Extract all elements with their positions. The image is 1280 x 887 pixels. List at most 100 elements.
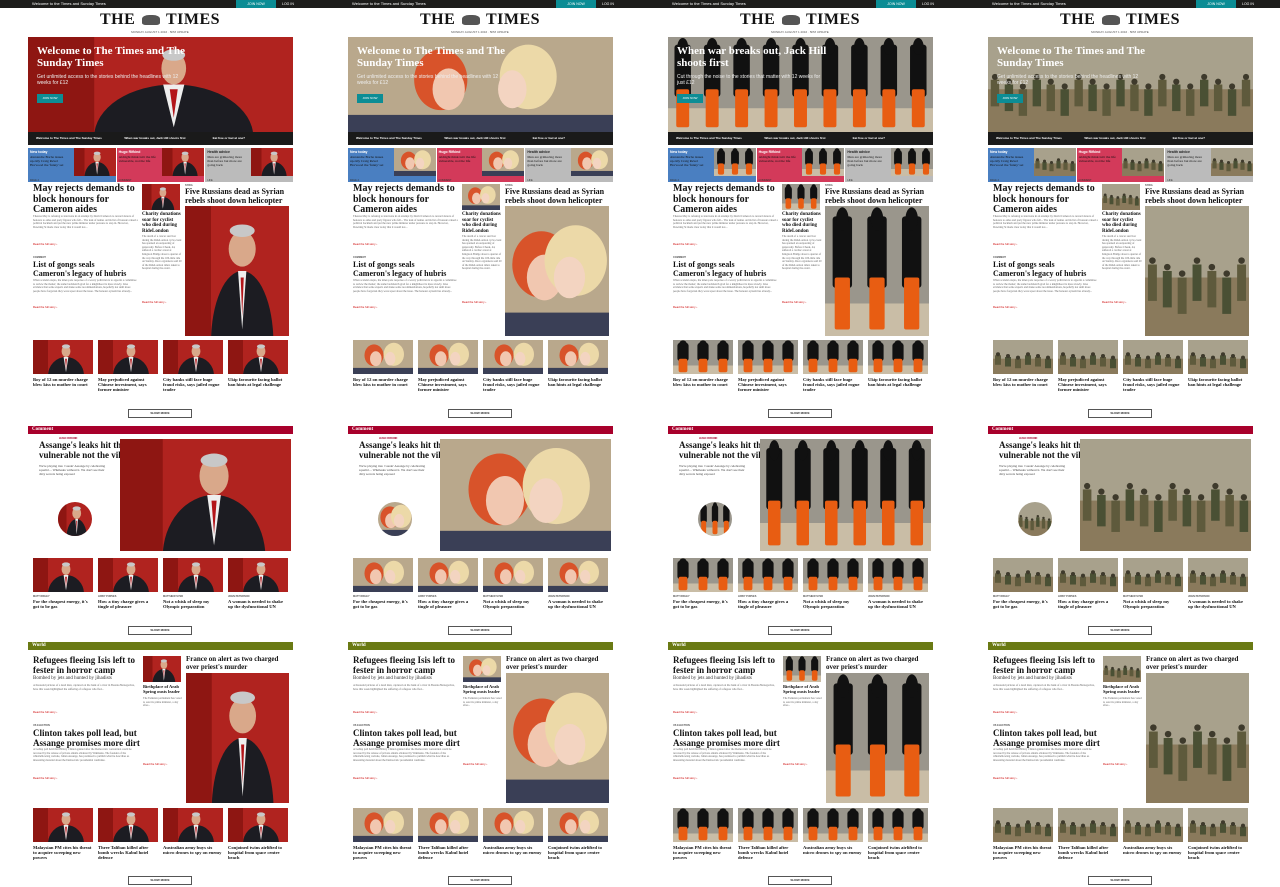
read-more-link[interactable]: Read the full story › bbox=[993, 776, 1017, 780]
promo-block[interactable]: New today Alexandre Borbe issues up-tidy… bbox=[28, 148, 116, 182]
masthead-logo[interactable]: THE TIMES bbox=[320, 11, 640, 29]
comment-row-headline[interactable]: How a tiny charge gives a tingle of plea… bbox=[418, 599, 478, 609]
masthead-logo[interactable]: THE TIMES bbox=[640, 11, 960, 29]
news-row-headline[interactable]: May prejudiced against Chinese investmen… bbox=[98, 377, 158, 392]
promo-block[interactable]: Health advice Men are grimacing more tha… bbox=[845, 148, 934, 182]
world-row-headline[interactable]: Three Taliban killed after bomb wrecks K… bbox=[1058, 845, 1118, 860]
read-more-link[interactable]: Read the full story › bbox=[1102, 300, 1126, 304]
comment-row-headline[interactable]: How a tiny charge gives a tingle of plea… bbox=[1058, 599, 1118, 609]
join-now-button[interactable]: JOIN NOW bbox=[236, 0, 276, 8]
world-row-headline[interactable]: Three Taliban killed after bomb wrecks K… bbox=[418, 845, 478, 860]
comment-row-headline[interactable]: For the cheapest energy, it's got to be … bbox=[33, 599, 93, 609]
mid-headline[interactable]: Charity donations soar for cyclist who d… bbox=[1102, 212, 1142, 234]
read-more-link[interactable]: Read the full story › bbox=[673, 776, 697, 780]
show-more-button[interactable]: SHOW MORE bbox=[448, 409, 512, 418]
read-more-link[interactable]: Read the full story › bbox=[673, 242, 697, 246]
join-now-button[interactable]: JOIN NOW bbox=[1196, 0, 1236, 8]
hero-banner[interactable]: Welcome to The Times and The Sunday Time… bbox=[28, 37, 293, 145]
read-more-link[interactable]: Read the full story › bbox=[993, 305, 1017, 309]
lead-headline[interactable]: May rejects demands to block honours for… bbox=[993, 183, 1098, 216]
news-row-headline[interactable]: City banks still face huge fraud risks, … bbox=[1123, 377, 1183, 392]
right-headline[interactable]: Five Russians dead as Syrian rebels shoo… bbox=[1145, 187, 1251, 205]
comment-section-bar[interactable]: Comment bbox=[28, 426, 293, 434]
world-row-headline[interactable]: Malaysian PM cites his threat to acquire… bbox=[33, 845, 93, 860]
comment-row-headline[interactable]: A woman is needed to shake up the dysfun… bbox=[1188, 599, 1248, 609]
hero-join-button[interactable]: JOIN NOW bbox=[677, 94, 703, 103]
mid-headline[interactable]: Charity donations soar for cyclist who d… bbox=[462, 212, 502, 234]
world-right-headline[interactable]: France on alert as two charged over prie… bbox=[1146, 655, 1251, 671]
mid-headline[interactable]: Charity donations soar for cyclist who d… bbox=[782, 212, 822, 234]
read-more-link[interactable]: Read the full story › bbox=[33, 242, 57, 246]
promo-block[interactable]: Health advice Men are grimacing more tha… bbox=[1165, 148, 1254, 182]
read-more-link[interactable]: Read the full story › bbox=[353, 776, 377, 780]
news-row-headline[interactable]: Ukip favourite facing ballot ban hints a… bbox=[228, 377, 288, 387]
join-now-button[interactable]: JOIN NOW bbox=[876, 0, 916, 8]
news-row-headline[interactable]: Boy of 12 on murder charge blew kiss to … bbox=[353, 377, 413, 387]
world-headline[interactable]: Refugees fleeing Isis left to fester in … bbox=[673, 655, 783, 675]
login-link[interactable]: LOG IN bbox=[922, 0, 934, 8]
comment-section-bar[interactable]: Comment bbox=[988, 426, 1253, 434]
world-mid-headline[interactable]: Birthplace of Arab Spring ousts leader bbox=[783, 684, 823, 694]
show-more-button[interactable]: SHOW MORE bbox=[1088, 876, 1152, 885]
read-more-link[interactable]: Read the full story › bbox=[673, 710, 697, 714]
read-more-link[interactable]: Read the full story › bbox=[33, 305, 57, 309]
comment-section-bar[interactable]: Comment bbox=[348, 426, 613, 434]
read-more-link[interactable]: Read the full story › bbox=[143, 762, 167, 766]
promo-block[interactable]: Hugo Rifkind Aldrighi think isn't the li… bbox=[116, 148, 205, 182]
comment-row-headline[interactable]: A woman is needed to shake up the dysfun… bbox=[228, 599, 288, 609]
hero-tab[interactable]: Welcome to The Times and The Sunday Time… bbox=[348, 132, 436, 145]
read-more-link[interactable]: Read the full story › bbox=[1103, 762, 1127, 766]
world-row-headline[interactable]: Australian army buys six micro drones to… bbox=[803, 845, 863, 855]
show-more-button[interactable]: SHOW MORE bbox=[128, 409, 192, 418]
read-more-link[interactable]: Read the full story › bbox=[993, 710, 1017, 714]
lead-headline[interactable]: May rejects demands to block honours for… bbox=[353, 183, 458, 216]
world-row-headline[interactable]: Malaysian PM cites his threat to acquire… bbox=[673, 845, 733, 860]
second-headline[interactable]: List of gongs seals Cameron's legacy of … bbox=[993, 260, 1093, 278]
read-more-link[interactable]: Read the full story › bbox=[142, 300, 166, 304]
masthead-logo[interactable]: THE TIMES bbox=[0, 11, 320, 29]
world-row-headline[interactable]: Malaysian PM cites his threat to acquire… bbox=[353, 845, 413, 860]
comment-row-headline[interactable]: Not a whisk of sleep my Olympic preparat… bbox=[163, 599, 223, 609]
login-link[interactable]: LOG IN bbox=[282, 0, 294, 8]
world-row-headline[interactable]: Australian army buys six micro drones to… bbox=[1123, 845, 1183, 855]
news-row-headline[interactable]: Ukip favourite facing ballot ban hints a… bbox=[868, 377, 928, 387]
right-headline[interactable]: Five Russians dead as Syrian rebels shoo… bbox=[505, 187, 611, 205]
show-more-button[interactable]: SHOW MORE bbox=[768, 409, 832, 418]
hero-join-button[interactable]: JOIN NOW bbox=[997, 94, 1023, 103]
hero-banner[interactable]: When war breaks out, Jack Hill shoots fi… bbox=[668, 37, 933, 145]
right-headline[interactable]: Five Russians dead as Syrian rebels shoo… bbox=[185, 187, 291, 205]
world-mid-headline[interactable]: Birthplace of Arab Spring ousts leader bbox=[463, 684, 503, 694]
world-row-headline[interactable]: Conjoined twins airlifted to hospital fr… bbox=[548, 845, 608, 860]
world-section-bar[interactable]: World bbox=[28, 642, 293, 650]
world-right-headline[interactable]: France on alert as two charged over prie… bbox=[186, 655, 291, 671]
show-more-button[interactable]: SHOW MORE bbox=[128, 876, 192, 885]
promo-block[interactable]: New today Alexandre Borbe issues up-tidy… bbox=[668, 148, 756, 182]
news-row-headline[interactable]: May prejudiced against Chinese investmen… bbox=[1058, 377, 1118, 392]
news-row-headline[interactable]: Boy of 12 on murder charge blew kiss to … bbox=[993, 377, 1053, 387]
world-right-headline[interactable]: France on alert as two charged over prie… bbox=[826, 655, 931, 671]
second-headline[interactable]: List of gongs seals Cameron's legacy of … bbox=[673, 260, 773, 278]
hero-banner[interactable]: Welcome to The Times and The Sunday Time… bbox=[348, 37, 613, 145]
comment-row-headline[interactable]: For the cheapest energy, it's got to be … bbox=[993, 599, 1053, 609]
world-second-headline[interactable]: Clinton takes poll lead, but Assange pro… bbox=[993, 728, 1103, 748]
world-mid-headline[interactable]: Birthplace of Arab Spring ousts leader bbox=[1103, 684, 1143, 694]
show-more-button[interactable]: SHOW MORE bbox=[768, 876, 832, 885]
news-row-headline[interactable]: Ukip favourite facing ballot ban hints a… bbox=[548, 377, 608, 387]
read-more-link[interactable]: Read the full story › bbox=[353, 242, 377, 246]
read-more-link[interactable]: Read the full story › bbox=[782, 300, 806, 304]
show-more-button[interactable]: SHOW MORE bbox=[768, 626, 832, 635]
world-row-headline[interactable]: Malaysian PM cites his threat to acquire… bbox=[993, 845, 1053, 860]
read-more-link[interactable]: Read the full story › bbox=[463, 762, 487, 766]
world-section-bar[interactable]: World bbox=[988, 642, 1253, 650]
hero-tab[interactable]: Welcome to The Times and The Sunday Time… bbox=[988, 132, 1076, 145]
hero-tab[interactable]: When war breaks out, Jack Hill shoots fi… bbox=[116, 132, 204, 145]
read-more-link[interactable]: Read the full story › bbox=[673, 305, 697, 309]
news-row-headline[interactable]: City banks still face huge fraud risks, … bbox=[163, 377, 223, 392]
promo-block[interactable]: Hugo Rifkind Aldrighi think isn't the li… bbox=[436, 148, 525, 182]
comment-row-headline[interactable]: Not a whisk of sleep my Olympic preparat… bbox=[1123, 599, 1183, 609]
login-link[interactable]: LOG IN bbox=[1242, 0, 1254, 8]
promo-block[interactable]: Health advice Men are grimacing more tha… bbox=[205, 148, 294, 182]
world-row-headline[interactable]: Three Taliban killed after bomb wrecks K… bbox=[98, 845, 158, 860]
world-row-headline[interactable]: Conjoined twins airlifted to hospital fr… bbox=[1188, 845, 1248, 860]
read-more-link[interactable]: Read the full story › bbox=[993, 242, 1017, 246]
